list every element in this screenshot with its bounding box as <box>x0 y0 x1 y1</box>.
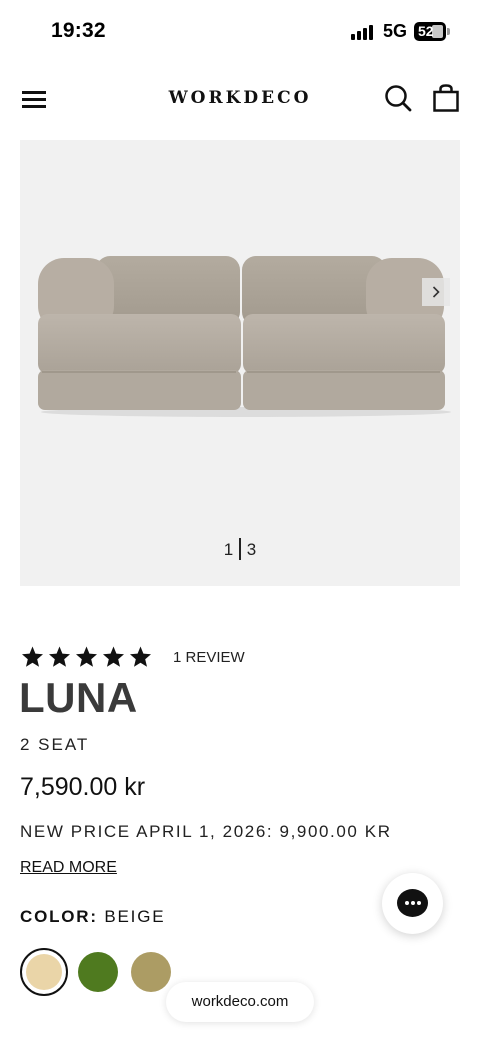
image-counter: 13 <box>20 538 460 560</box>
chevron-right-icon <box>432 286 440 298</box>
star-icon <box>22 646 43 667</box>
product-rating[interactable]: 1 REVIEW <box>20 645 245 669</box>
current-image-number: 1 <box>223 540 234 559</box>
status-time: 19:32 <box>51 19 106 42</box>
site-header: WORKDECO <box>0 70 480 128</box>
review-count-link[interactable]: 1 REVIEW <box>173 649 245 666</box>
star-icon <box>103 646 124 667</box>
menu-icon[interactable] <box>22 91 46 108</box>
chat-icon <box>397 889 428 917</box>
swatch-green[interactable] <box>78 952 118 992</box>
product-title: LUNA <box>19 674 138 721</box>
signal-icon <box>351 24 377 40</box>
battery-level: 52 <box>418 23 434 39</box>
star-icon <box>49 646 70 667</box>
sofa-image <box>38 256 451 417</box>
total-image-number: 3 <box>246 540 257 559</box>
price-change-notice: NEW PRICE APRIL 1, 2026: 9,900.00 KR <box>20 822 392 841</box>
selected-color-name: BEIGE <box>104 907 166 926</box>
browser-url-bar[interactable]: workdeco.com <box>166 982 314 1022</box>
star-icon <box>76 646 97 667</box>
product-price: 7,590.00 kr <box>20 773 146 801</box>
status-bar: 19:32 5G 52 <box>0 0 480 62</box>
swatch-olive[interactable] <box>131 952 171 992</box>
battery-tip <box>447 28 450 35</box>
chat-button[interactable] <box>382 873 443 934</box>
network-type: 5G <box>383 21 408 41</box>
product-variant: 2 SEAT <box>20 735 90 754</box>
product-image-gallery[interactable]: 13 <box>20 140 460 586</box>
next-image-button[interactable] <box>422 278 450 306</box>
star-icon <box>130 646 151 667</box>
star-rating <box>20 645 153 669</box>
brand-logo[interactable]: WORKDECO <box>144 88 336 108</box>
battery-icon: 52 <box>414 22 446 41</box>
color-label: COLOR: BEIGE <box>20 907 165 927</box>
color-label-key: COLOR: <box>20 907 98 926</box>
read-more-link[interactable]: READ MORE <box>20 859 117 877</box>
swatch-beige[interactable] <box>20 948 68 996</box>
search-icon[interactable] <box>384 84 412 112</box>
swatch-beige-fill <box>26 954 62 990</box>
shopping-bag-icon[interactable] <box>433 84 459 112</box>
